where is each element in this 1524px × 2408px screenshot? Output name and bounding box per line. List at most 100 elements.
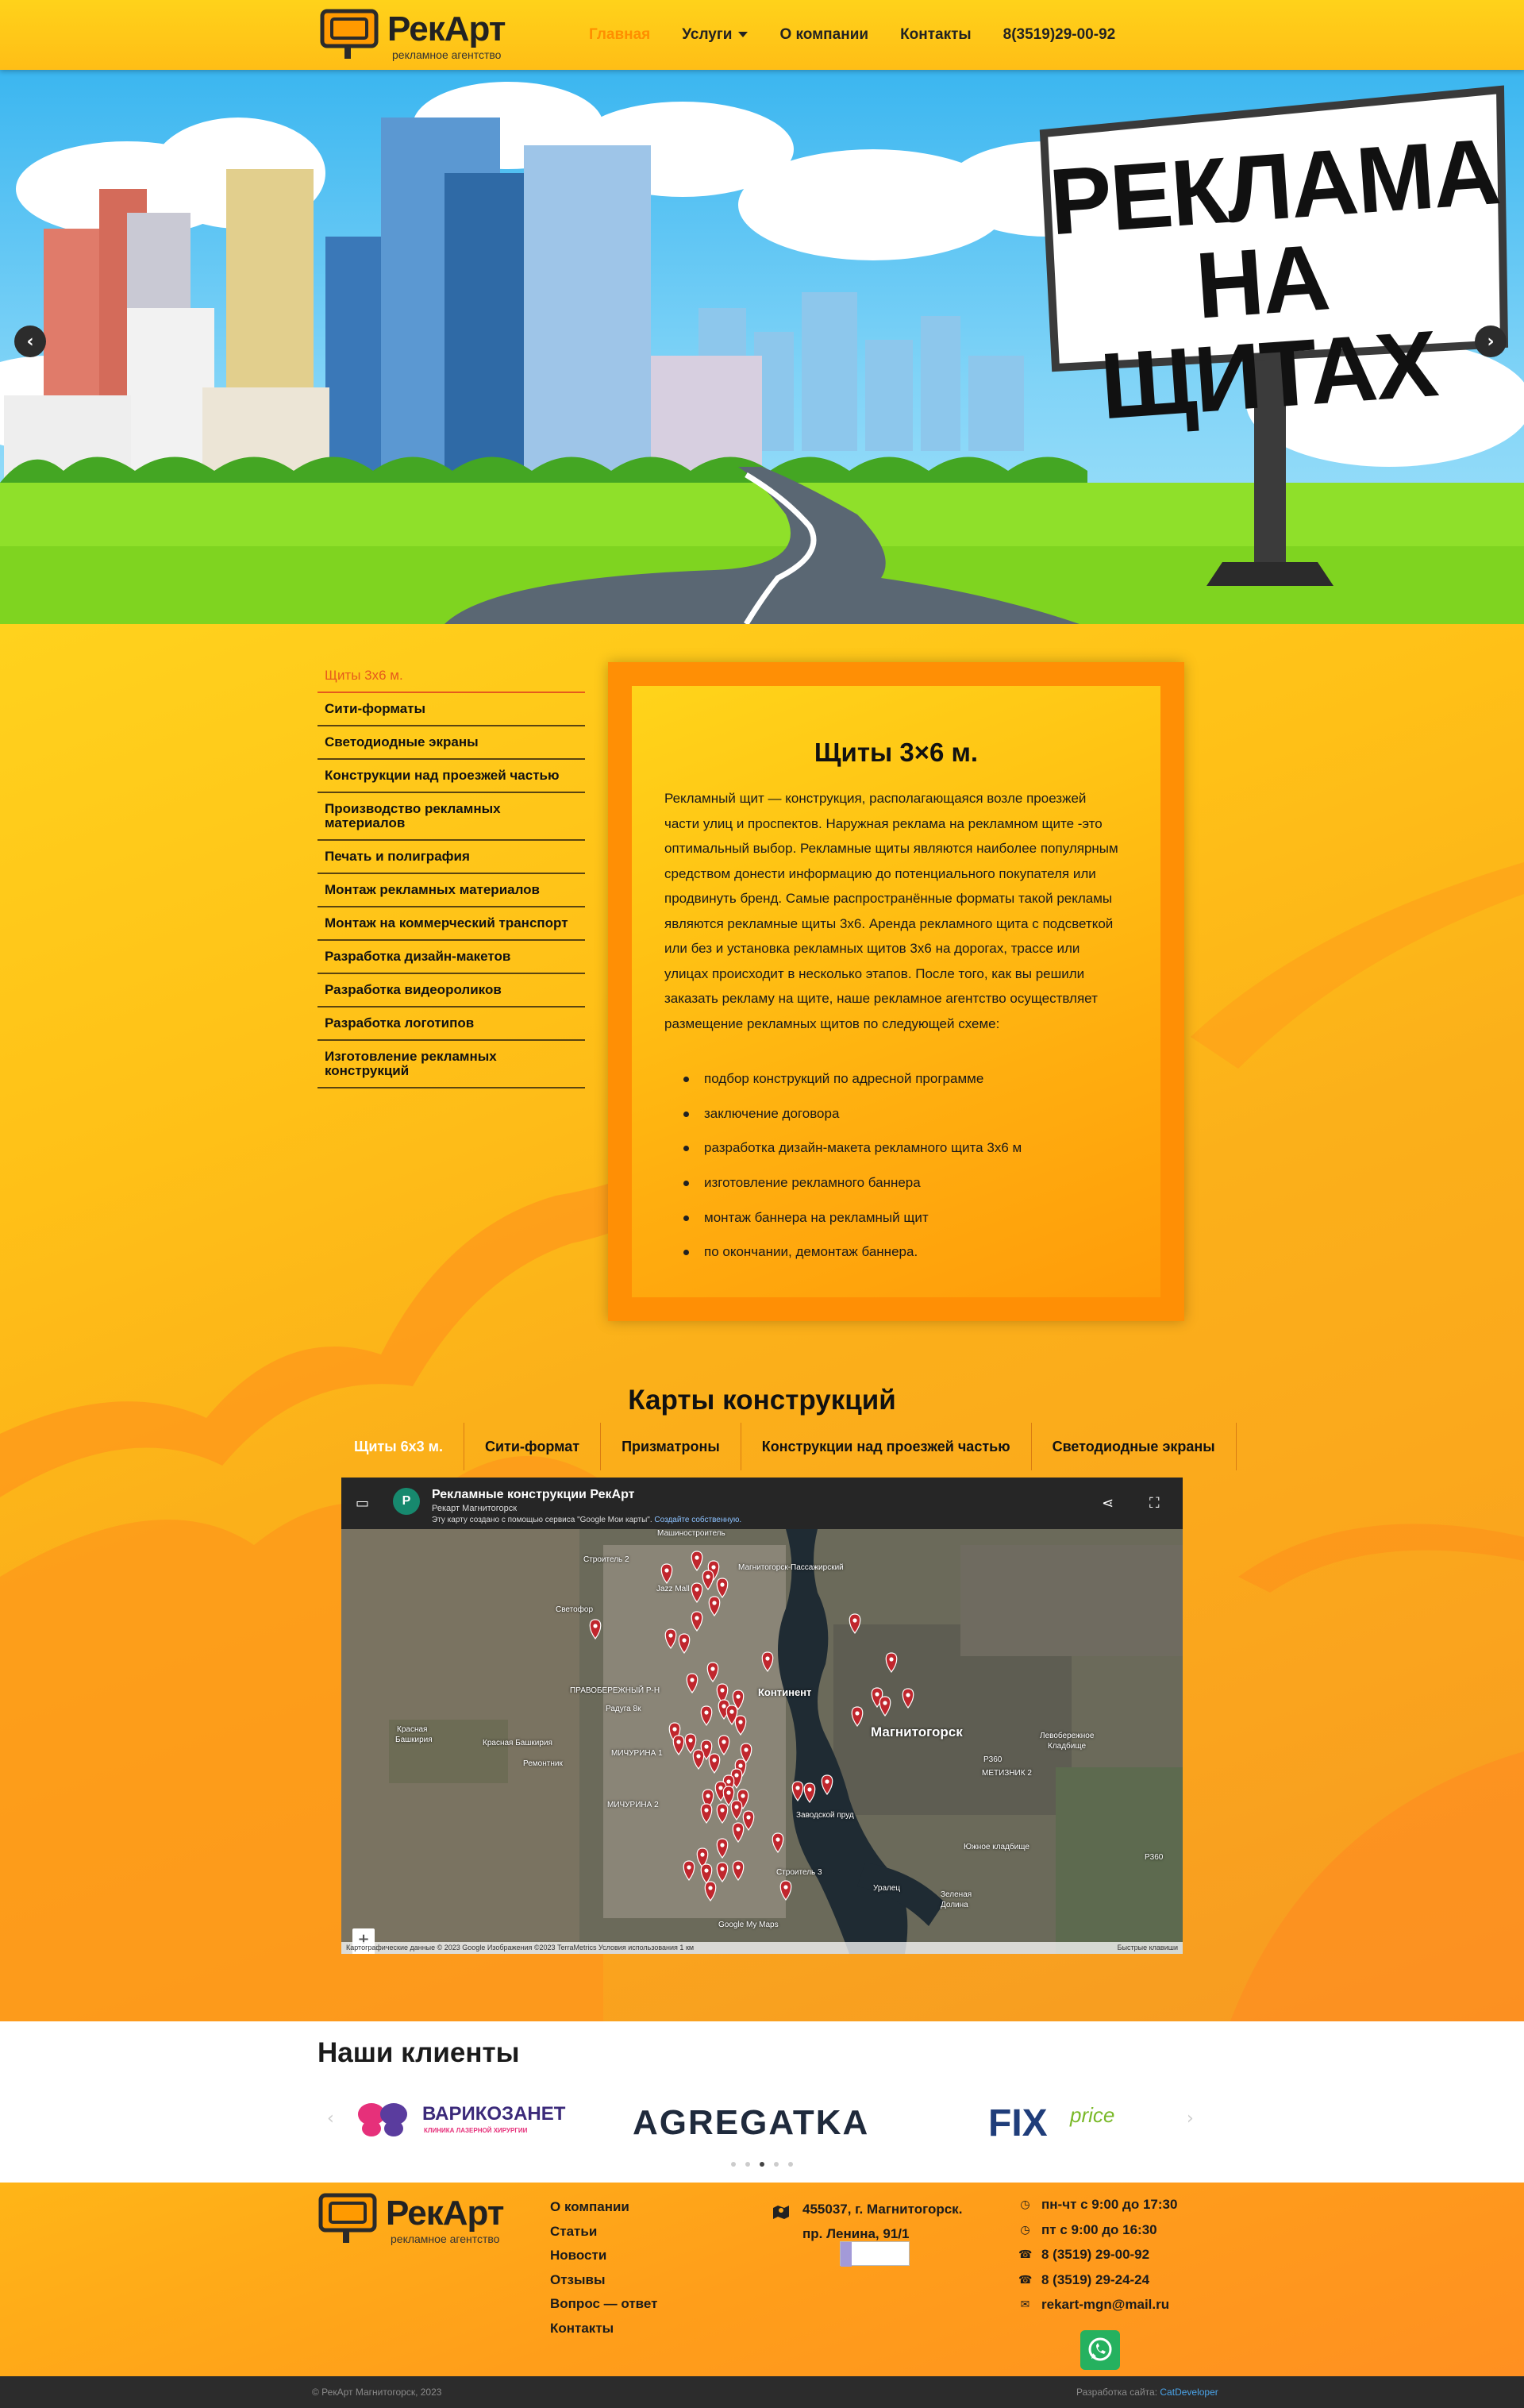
sidebar-item-printing[interactable]: Печать и полиграфия [318,841,585,874]
email-link[interactable]: ✉ rekart-mgn@mail.ru [1018,2295,1177,2321]
map-marker[interactable] [716,1578,729,1599]
tab-overhead[interactable]: Конструкции над проезжей частью [741,1423,1032,1470]
map-marker[interactable] [879,1696,891,1717]
map-markers[interactable] [341,1529,1183,1954]
sidebar-item-overhead-structures[interactable]: Конструкции над проезжей частью [318,760,585,793]
map-marker[interactable] [716,1862,729,1883]
carousel-dot-active[interactable] [760,2162,764,2167]
nav-services[interactable]: Услуги [682,26,749,44]
map-marker[interactable] [678,1633,691,1655]
sidebar-item-led-screens[interactable]: Светодиодные экраны [318,726,585,760]
sidebar-item-logos[interactable]: Разработка логотипов [318,1008,585,1041]
nav-phone[interactable]: 8(3519)29-00-92 [1003,26,1116,44]
map-marker[interactable] [761,1651,774,1673]
map-marker[interactable] [664,1628,677,1650]
google-map-embed[interactable]: ▭ Р Рекламные конструкции РекАрт Рекарт … [341,1478,1183,1954]
developer-link[interactable]: CatDeveloper [1160,2387,1218,2398]
phone-1[interactable]: ☎ 8 (3519) 29-00-92 [1018,2245,1177,2271]
whatsapp-button[interactable] [1080,2330,1120,2370]
site-logo[interactable]: РекАрт рекламное агентство [319,6,518,64]
map-marker[interactable] [772,1832,784,1854]
map-marker[interactable] [734,1715,747,1736]
map-marker[interactable] [849,1613,861,1635]
sidebar-item-video[interactable]: Разработка видеороликов [318,974,585,1008]
carousel-prev-button[interactable]: ‹ [327,2109,334,2129]
map-marker[interactable] [779,1880,792,1901]
tab-led-screens[interactable]: Светодиодные экраны [1032,1423,1237,1470]
map-note-link[interactable]: Создайте собственную. [654,1516,741,1524]
map-marker[interactable] [716,1803,729,1824]
address-line1: 455037, г. Магнитогорск. [802,2202,963,2217]
footer-link-contacts[interactable]: Контакты [550,2317,657,2341]
map-marker[interactable] [691,1551,703,1572]
map-marker[interactable] [691,1611,703,1632]
map-marker[interactable] [708,1596,721,1617]
footer-link-faq[interactable]: Вопрос — ответ [550,2292,657,2317]
map-title[interactable]: Рекламные конструкции РекАрт [432,1488,634,1502]
carousel-dot[interactable] [788,2162,793,2167]
sidebar-item-mounting[interactable]: Монтаж рекламных материалов [318,874,585,907]
map-marker[interactable] [700,1863,713,1885]
carousel-dot[interactable] [745,2162,750,2167]
map-marker[interactable] [589,1619,602,1640]
footer-logo[interactable]: РекАрт рекламное агентство [318,2190,524,2248]
map-marker[interactable] [885,1652,898,1674]
sidebar-item-transport[interactable]: Монтаж на коммерческий транспорт [318,907,585,941]
map-marker[interactable] [791,1781,804,1802]
nav-about[interactable]: О компании [779,26,868,44]
footer-link-news[interactable]: Новости [550,2244,657,2268]
map-marker[interactable] [803,1782,816,1804]
sidebar-toggle-icon[interactable]: ▭ [356,1495,369,1512]
map-marker[interactable] [716,1838,729,1859]
nav-contacts[interactable]: Контакты [900,26,972,44]
map-marker[interactable] [851,1706,864,1728]
map-marker[interactable] [672,1735,685,1756]
map-marker[interactable] [732,1822,745,1844]
slider-prev-button[interactable]: ‹ [14,326,46,357]
map-marker[interactable] [683,1860,695,1882]
map-marker[interactable] [821,1774,833,1796]
map-canvas[interactable]: Машиностроитель Строитель 2 Магнитогорск… [341,1529,1183,1954]
tab-prismatrons[interactable]: Призматроны [601,1423,741,1470]
share-icon[interactable]: ⋖ [1102,1495,1114,1512]
fullscreen-icon[interactable]: ⛶ [1149,1495,1160,1512]
clients-section: Наши клиенты ‹ › ВАРИКОЗАНЕТ КЛИНИКА ЛАЗ… [0,2021,1524,2183]
map-marker[interactable] [704,1881,717,1902]
map-marker[interactable] [706,1662,719,1683]
map-marker[interactable] [708,1753,721,1774]
map-marker[interactable] [700,1803,713,1824]
sidebar-item-production[interactable]: Производство рекламных материалов [318,793,585,841]
footer-link-about[interactable]: О компании [550,2195,657,2220]
sidebar-item-constructions[interactable]: Изготовление рекламных конструкций [318,1041,585,1088]
sidebar-item-design[interactable]: Разработка дизайн-макетов [318,941,585,974]
map-marker[interactable] [684,1733,697,1755]
client-logo-fixprice[interactable]: FIX price [988,2097,1147,2144]
phone-2[interactable]: ☎ 8 (3519) 29-24-24 [1018,2271,1177,2296]
carousel-dot[interactable] [731,2162,736,2167]
carousel-next-button[interactable]: › [1187,2109,1194,2129]
footer-link-reviews[interactable]: Отзывы [550,2268,657,2293]
client-logo-agregatka[interactable]: AGREGATKA [633,2097,895,2144]
map-marker[interactable] [692,1749,705,1770]
nav-home[interactable]: Главная [589,26,650,44]
map-marker[interactable] [702,1570,714,1591]
map-marker[interactable] [686,1673,698,1694]
sidebar-item-billboards[interactable]: Щиты 3х6 м. [318,660,585,693]
map-marker[interactable] [730,1800,743,1821]
map-marker[interactable] [742,1810,755,1832]
map-marker[interactable] [902,1688,914,1709]
map-marker[interactable] [660,1563,673,1585]
sidebar-item-city-formats[interactable]: Сити-форматы [318,693,585,726]
map-marker[interactable] [691,1582,703,1604]
carousel-dot[interactable] [774,2162,779,2167]
client-logo-varikozanet[interactable]: ВАРИКОЗАНЕТ КЛИНИКА ЛАЗЕРНОЙ ХИРУРГИИ [356,2097,570,2144]
yandex-metrika-badge[interactable] [840,2241,910,2267]
keyboard-shortcuts-link[interactable]: Быстрые клавиши [1118,1944,1178,1951]
slider-next-button[interactable]: › [1475,326,1507,357]
map-marker[interactable] [718,1735,730,1756]
map-marker[interactable] [700,1705,713,1727]
map-marker[interactable] [732,1860,745,1882]
tab-billboards[interactable]: Щиты 6х3 м. [333,1423,464,1470]
tab-city-format[interactable]: Сити-формат [464,1423,602,1470]
footer-link-articles[interactable]: Статьи [550,2220,657,2244]
